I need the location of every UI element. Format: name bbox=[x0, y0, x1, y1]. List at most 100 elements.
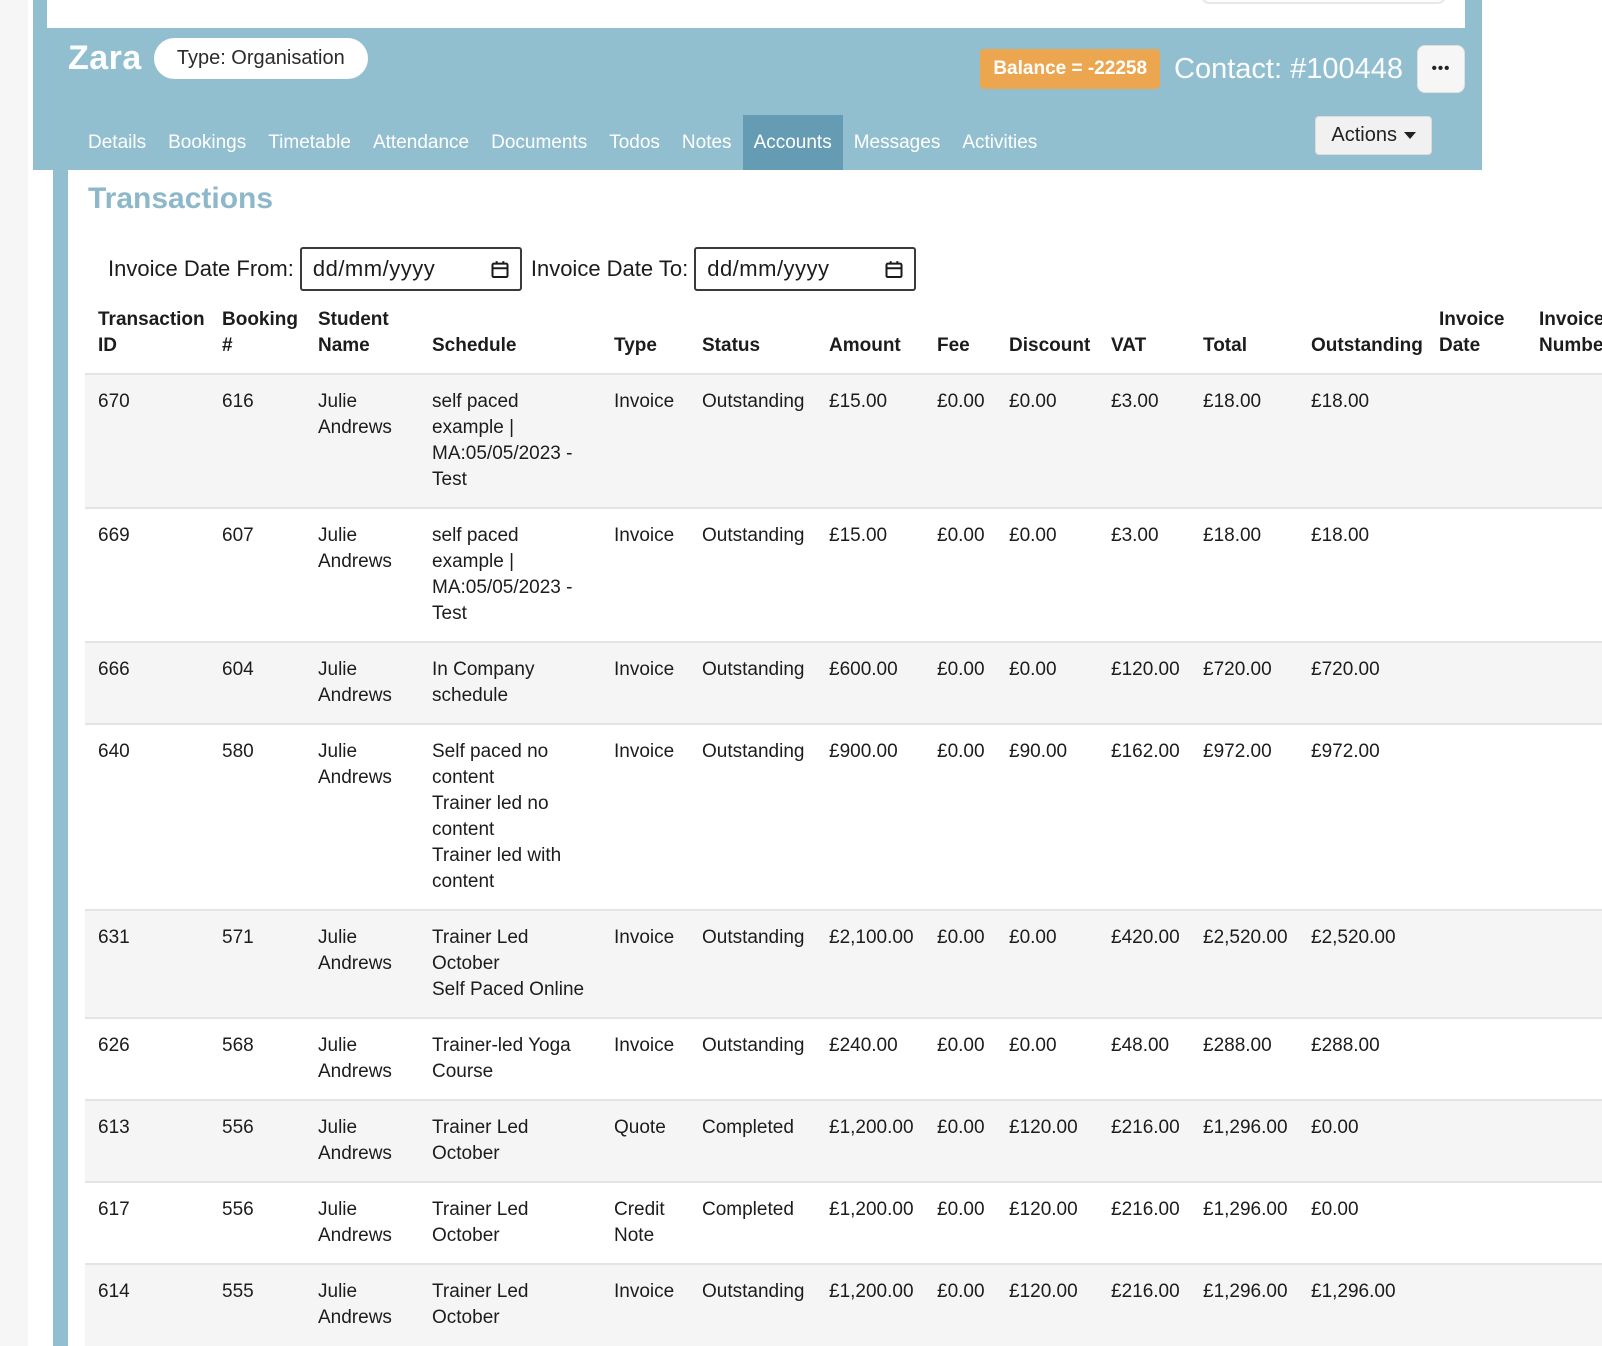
table-row: 670616Julie Andrewsself paced example | … bbox=[85, 374, 1602, 508]
cell-booking: 604 bbox=[222, 642, 318, 724]
calendar-icon[interactable] bbox=[884, 259, 904, 280]
tab-accounts[interactable]: Accounts bbox=[743, 115, 843, 170]
tab-attendance[interactable]: Attendance bbox=[362, 115, 480, 170]
cell-type: Invoice bbox=[614, 724, 702, 910]
cell-invoice-date bbox=[1439, 374, 1539, 508]
cell-transaction-id: 631 bbox=[85, 910, 222, 1018]
column-header: Total bbox=[1203, 299, 1311, 374]
column-header: Student Name bbox=[318, 299, 432, 374]
cell-discount: £0.00 bbox=[1009, 374, 1111, 508]
cell-status: Outstanding bbox=[702, 724, 829, 910]
cell-amount: £1,200.00 bbox=[829, 1264, 937, 1346]
cell-discount: £120.00 bbox=[1009, 1264, 1111, 1346]
accounts-panel: Transactions Invoice Date From: dd/mm/yy… bbox=[68, 170, 1602, 1346]
cell-student: Julie Andrews bbox=[318, 374, 432, 508]
cell-invoice-number bbox=[1539, 1100, 1602, 1182]
schedule-item: Trainer led with content bbox=[432, 843, 587, 895]
table-row: 640580Julie AndrewsSelf paced no content… bbox=[85, 724, 1602, 910]
calendar-icon[interactable] bbox=[490, 259, 510, 280]
cell-status: Outstanding bbox=[702, 1264, 829, 1346]
invoice-date-from-input[interactable]: dd/mm/yyyy bbox=[300, 247, 522, 291]
cell-amount: £600.00 bbox=[829, 642, 937, 724]
cell-schedule: Trainer-led Yoga Course bbox=[432, 1018, 614, 1100]
cell-student: Julie Andrews bbox=[318, 910, 432, 1018]
cell-outstanding: £18.00 bbox=[1311, 374, 1439, 508]
cell-transaction-id: 613 bbox=[85, 1100, 222, 1182]
cell-amount: £1,200.00 bbox=[829, 1100, 937, 1182]
cell-invoice-number bbox=[1539, 374, 1602, 508]
invoice-date-to-input[interactable]: dd/mm/yyyy bbox=[694, 247, 916, 291]
cell-schedule: self paced example | MA:05/05/2023 - Tes… bbox=[432, 374, 614, 508]
cell-fee: £0.00 bbox=[937, 374, 1009, 508]
schedule-item: Trainer Led October bbox=[432, 1279, 587, 1331]
contact-type-pill: Type: Organisation bbox=[154, 38, 368, 79]
partial-button-above[interactable] bbox=[1200, 0, 1447, 4]
tab-todos[interactable]: Todos bbox=[598, 115, 671, 170]
tab-bookings[interactable]: Bookings bbox=[157, 115, 257, 170]
tab-documents[interactable]: Documents bbox=[480, 115, 598, 170]
more-button[interactable]: ••• bbox=[1417, 45, 1465, 93]
cell-total: £1,296.00 bbox=[1203, 1264, 1311, 1346]
cell-vat: £420.00 bbox=[1111, 910, 1203, 1018]
cell-discount: £90.00 bbox=[1009, 724, 1111, 910]
tab-details[interactable]: Details bbox=[77, 115, 157, 170]
table-row: 617556Julie AndrewsTrainer Led OctoberCr… bbox=[85, 1182, 1602, 1264]
contact-name: Zara bbox=[68, 39, 142, 78]
table-row: 669607Julie Andrewsself paced example | … bbox=[85, 508, 1602, 642]
cell-invoice-date bbox=[1439, 1182, 1539, 1264]
page-gutter bbox=[0, 0, 28, 1346]
cell-fee: £0.00 bbox=[937, 724, 1009, 910]
cell-discount: £120.00 bbox=[1009, 1182, 1111, 1264]
column-header: Invoice Date bbox=[1439, 299, 1539, 374]
cell-invoice-number bbox=[1539, 1182, 1602, 1264]
cell-type: Quote bbox=[614, 1100, 702, 1182]
cell-schedule: self paced example | MA:05/05/2023 - Tes… bbox=[432, 508, 614, 642]
cell-invoice-date bbox=[1439, 642, 1539, 724]
cell-discount: £0.00 bbox=[1009, 642, 1111, 724]
table-row: 614555Julie AndrewsTrainer Led OctoberIn… bbox=[85, 1264, 1602, 1346]
cell-invoice-date bbox=[1439, 910, 1539, 1018]
column-header: Schedule bbox=[432, 299, 614, 374]
invoice-date-from-label: Invoice Date From: bbox=[108, 256, 294, 282]
invoice-date-to-label: Invoice Date To: bbox=[531, 256, 688, 282]
cell-student: Julie Andrews bbox=[318, 1018, 432, 1100]
cell-transaction-id: 670 bbox=[85, 374, 222, 508]
cell-schedule: Self paced no contentTrainer led no cont… bbox=[432, 724, 614, 910]
container-left-border bbox=[53, 170, 68, 1346]
tab-messages[interactable]: Messages bbox=[843, 115, 952, 170]
cell-fee: £0.00 bbox=[937, 1100, 1009, 1182]
schedule-item: Self paced no content bbox=[432, 739, 587, 791]
column-header: Invoice Number bbox=[1539, 299, 1602, 374]
invoice-date-filters: Invoice Date From: dd/mm/yyyy Invoice Da… bbox=[108, 247, 1602, 291]
tab-notes[interactable]: Notes bbox=[671, 115, 743, 170]
schedule-item: In Company schedule bbox=[432, 657, 587, 709]
cell-vat: £216.00 bbox=[1111, 1100, 1203, 1182]
container-edge-left bbox=[33, 0, 47, 29]
table-header: Transaction IDBooking #Student NameSched… bbox=[85, 299, 1602, 374]
cell-fee: £0.00 bbox=[937, 1264, 1009, 1346]
cell-type: Invoice bbox=[614, 508, 702, 642]
column-header: Discount bbox=[1009, 299, 1111, 374]
date-placeholder: dd/mm/yyyy bbox=[707, 256, 829, 282]
cell-schedule: Trainer Led OctoberSelf Paced Online bbox=[432, 910, 614, 1018]
date-placeholder: dd/mm/yyyy bbox=[313, 256, 435, 282]
cell-booking: 616 bbox=[222, 374, 318, 508]
cell-total: £288.00 bbox=[1203, 1018, 1311, 1100]
actions-button-label: Actions bbox=[1331, 124, 1397, 147]
cell-student: Julie Andrews bbox=[318, 1264, 432, 1346]
cell-type: Credit Note bbox=[614, 1182, 702, 1264]
cell-fee: £0.00 bbox=[937, 642, 1009, 724]
tab-timetable[interactable]: Timetable bbox=[257, 115, 362, 170]
table-row: 631571Julie AndrewsTrainer Led OctoberSe… bbox=[85, 910, 1602, 1018]
schedule-item: Self Paced Online bbox=[432, 977, 587, 1003]
tab-activities[interactable]: Activities bbox=[951, 115, 1048, 170]
cell-status: Outstanding bbox=[702, 374, 829, 508]
cell-booking: 556 bbox=[222, 1100, 318, 1182]
cell-discount: £0.00 bbox=[1009, 1018, 1111, 1100]
column-header: Fee bbox=[937, 299, 1009, 374]
cell-student: Julie Andrews bbox=[318, 724, 432, 910]
actions-button[interactable]: Actions bbox=[1315, 116, 1432, 155]
cell-booking: 580 bbox=[222, 724, 318, 910]
table-row: 626568Julie AndrewsTrainer-led Yoga Cour… bbox=[85, 1018, 1602, 1100]
column-header: Transaction ID bbox=[85, 299, 222, 374]
